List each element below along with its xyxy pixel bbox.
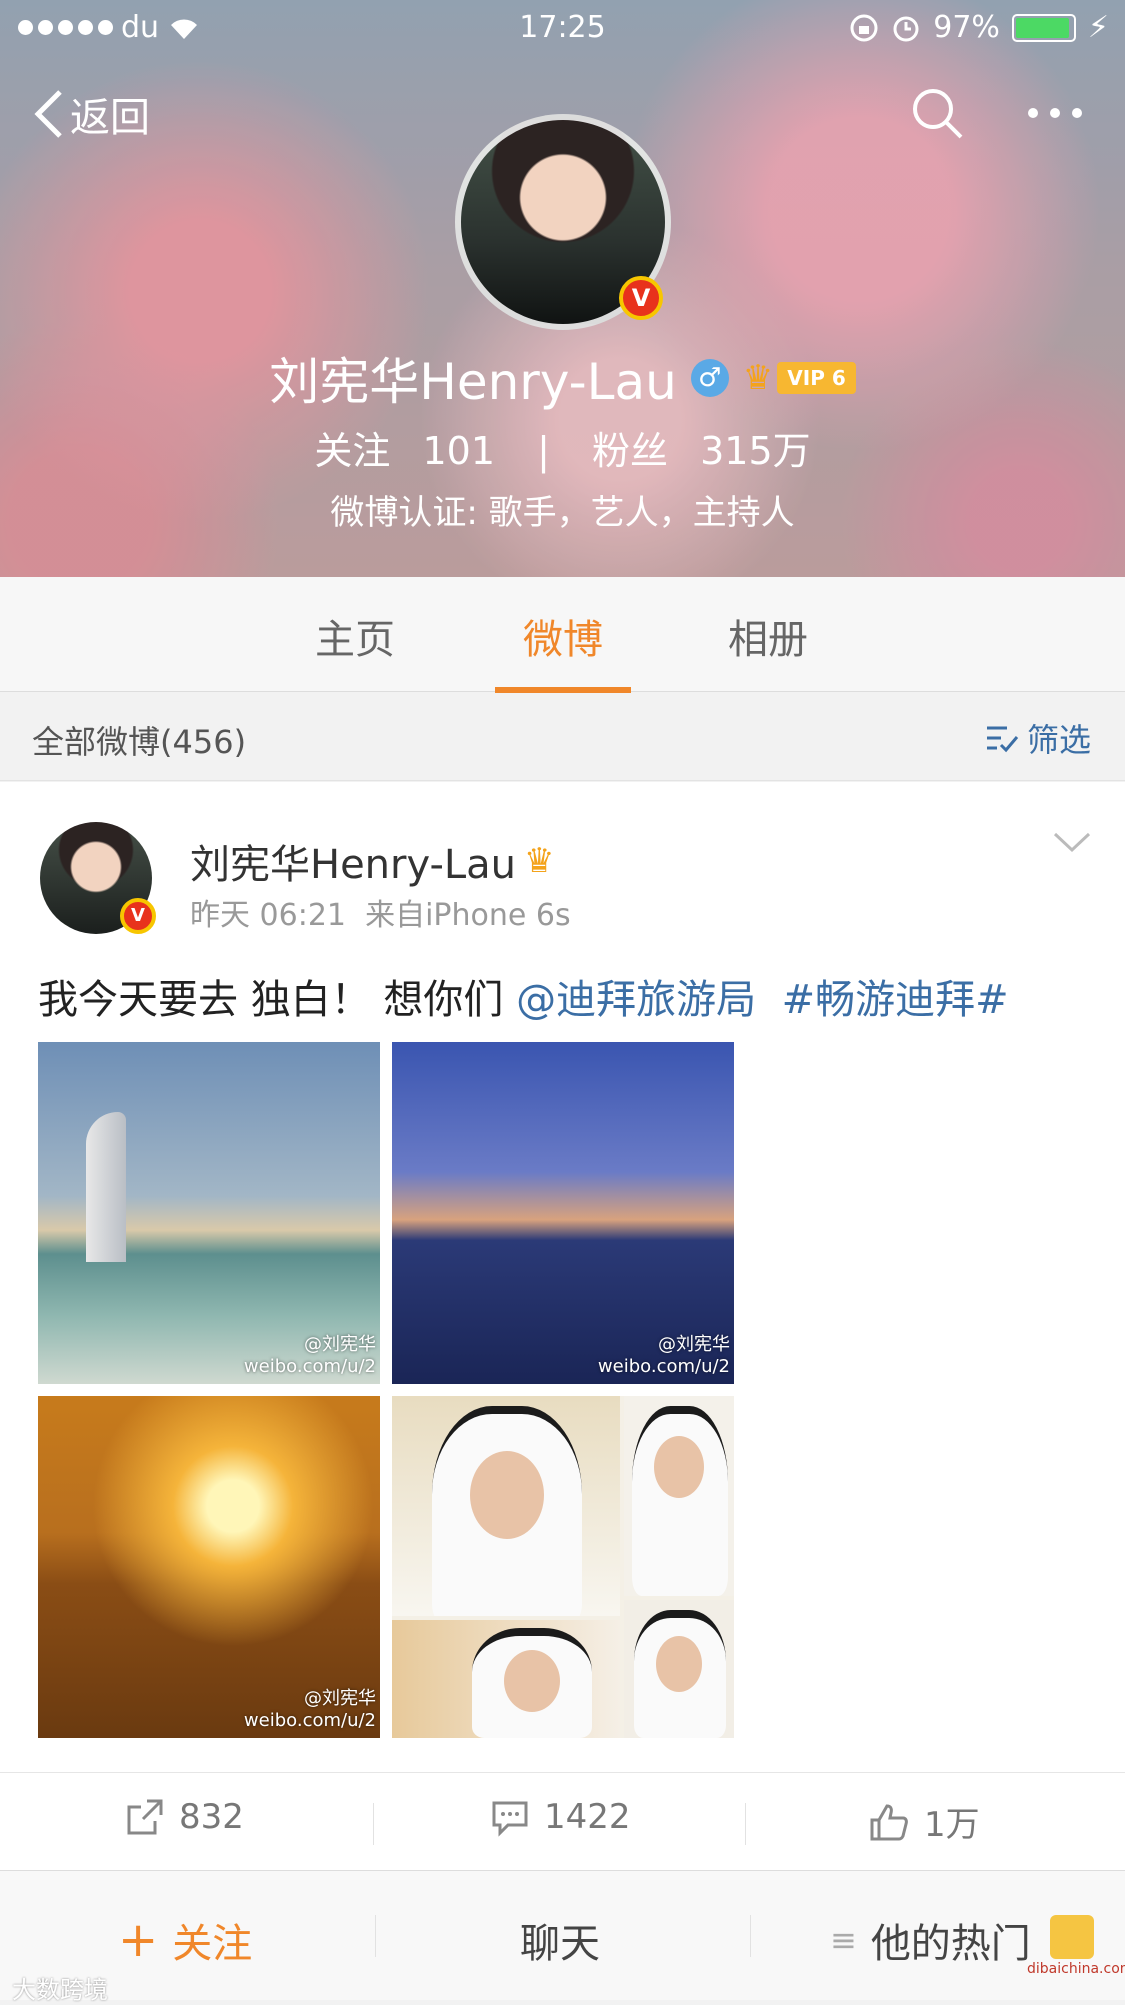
profile-name: 刘宪华Henry-Lau — [269, 353, 677, 411]
thumbs-up-icon — [870, 1803, 908, 1840]
comment-icon — [492, 1801, 528, 1837]
verified-badge-icon: V — [619, 276, 663, 320]
post-count: 全部微博(456) — [32, 723, 247, 761]
list-icon: ≡ — [830, 1921, 857, 1959]
chat-label: 聊天 — [520, 1921, 600, 1967]
more-icon[interactable] — [1025, 103, 1085, 123]
verified-badge-icon: V — [120, 898, 156, 934]
male-icon: ♂ — [690, 359, 729, 397]
back-label: 返回 — [70, 95, 150, 141]
post-image-4[interactable] — [392, 1396, 734, 1738]
post-text: 我今天要去 独白！ 想你们 @迪拜旅游局 #畅游迪拜# — [38, 967, 1009, 1025]
chat-button[interactable]: 聊天 — [520, 1911, 600, 1969]
chevron-left-icon — [34, 90, 62, 138]
followers-count: 315万 — [700, 429, 811, 473]
weibo-post: V 刘宪华Henry-Lau ♛ 昨天 06:21 来自iPhone 6s 我今… — [0, 782, 1125, 1772]
sail-logo-icon — [1050, 1915, 1094, 1959]
crown-icon: ♛ — [524, 841, 555, 881]
comment-count: 1422 — [544, 1797, 631, 1837]
image-watermark: @刘宪华 weibo.com/u/2 — [243, 1334, 376, 1377]
vip-badge[interactable]: ♛ VIP 6 — [743, 358, 856, 398]
rotation-lock-icon — [850, 14, 878, 41]
post-image-1[interactable]: @刘宪华 weibo.com/u/2 — [38, 1042, 380, 1384]
repost-count: 832 — [179, 1797, 244, 1837]
post-author[interactable]: 刘宪华Henry-Lau — [190, 832, 516, 890]
alarm-icon — [893, 16, 919, 41]
image-watermark: @刘宪华 weibo.com/u/2 — [597, 1334, 730, 1377]
post-source: 来自iPhone 6s — [365, 898, 571, 933]
hot-label: 他的热门 — [870, 1921, 1031, 1967]
battery-icon — [1011, 13, 1076, 42]
comment-button[interactable]: 1422 — [490, 1797, 631, 1837]
filter-icon — [986, 726, 1019, 753]
post-actions: 832 1422 1万 — [0, 1772, 1125, 1870]
post-time: 昨天 06:21 — [190, 898, 346, 933]
followers-link[interactable]: 粉丝 315万 — [582, 429, 821, 473]
battery-percent: 97% — [933, 10, 1000, 45]
followers-label: 粉丝 — [592, 429, 669, 473]
filter-bar: 全部微博(456) 筛选 — [0, 693, 1125, 781]
tab-album[interactable]: 相册 — [688, 607, 848, 665]
tab-home[interactable]: 主页 — [275, 607, 435, 665]
watermark-right: dibaichina.com — [1027, 1915, 1125, 1995]
repost-button[interactable]: 832 — [125, 1797, 244, 1837]
bottom-toolbar: + 关注 聊天 ≡ 他的热门 — [0, 1870, 1125, 2000]
like-button[interactable]: 1万 — [868, 1797, 980, 1846]
post-avatar[interactable]: V — [40, 822, 156, 934]
back-button[interactable]: 返回 — [30, 85, 150, 143]
profile-tabs: 主页 微博 相册 — [0, 577, 1125, 693]
following-count: 101 — [422, 429, 495, 473]
chevron-down-icon[interactable] — [1053, 832, 1091, 854]
verification-text: 微博认证: 歌手，艺人，主持人 — [330, 493, 795, 533]
divider — [750, 1915, 751, 1957]
watermark-right-text: dibaichina.com — [1027, 1961, 1125, 1977]
repost-icon — [127, 1799, 163, 1835]
divider — [375, 1915, 376, 1957]
follow-label: 关注 — [172, 1921, 253, 1967]
status-bar: du 17:25 97% ⚡ — [0, 0, 1125, 56]
post-body: 我今天要去 独白！ 想你们 — [38, 977, 517, 1023]
hot-posts-button[interactable]: ≡ 他的热门 — [830, 1911, 1031, 1969]
post-image-3[interactable]: @刘宪华 weibo.com/u/2 — [38, 1396, 380, 1738]
plus-icon: + — [118, 1912, 159, 1968]
image-watermark: @刘宪华 weibo.com/u/2 — [243, 1688, 376, 1731]
search-icon[interactable] — [909, 85, 965, 141]
profile-avatar[interactable]: V — [455, 114, 671, 330]
following-link[interactable]: 关注 101 — [304, 429, 505, 473]
vip-level: VIP 6 — [777, 362, 856, 394]
divider — [745, 1803, 746, 1845]
crown-icon: ♛ — [742, 358, 774, 398]
following-label: 关注 — [314, 429, 391, 473]
follow-button[interactable]: + 关注 — [118, 1911, 252, 1969]
like-count: 1万 — [924, 1805, 980, 1845]
tab-weibo[interactable]: 微博 — [483, 607, 643, 665]
hashtag-link[interactable]: #畅游迪拜# — [782, 977, 1009, 1023]
filter-button[interactable]: 筛选 — [985, 715, 1091, 761]
post-image-2[interactable]: @刘宪华 weibo.com/u/2 — [392, 1042, 734, 1384]
divider — [373, 1803, 374, 1845]
stats-divider: | — [537, 429, 550, 473]
charging-icon: ⚡ — [1087, 10, 1109, 45]
filter-label: 筛选 — [1026, 721, 1091, 759]
mention-link[interactable]: @迪拜旅游局 — [516, 977, 756, 1023]
